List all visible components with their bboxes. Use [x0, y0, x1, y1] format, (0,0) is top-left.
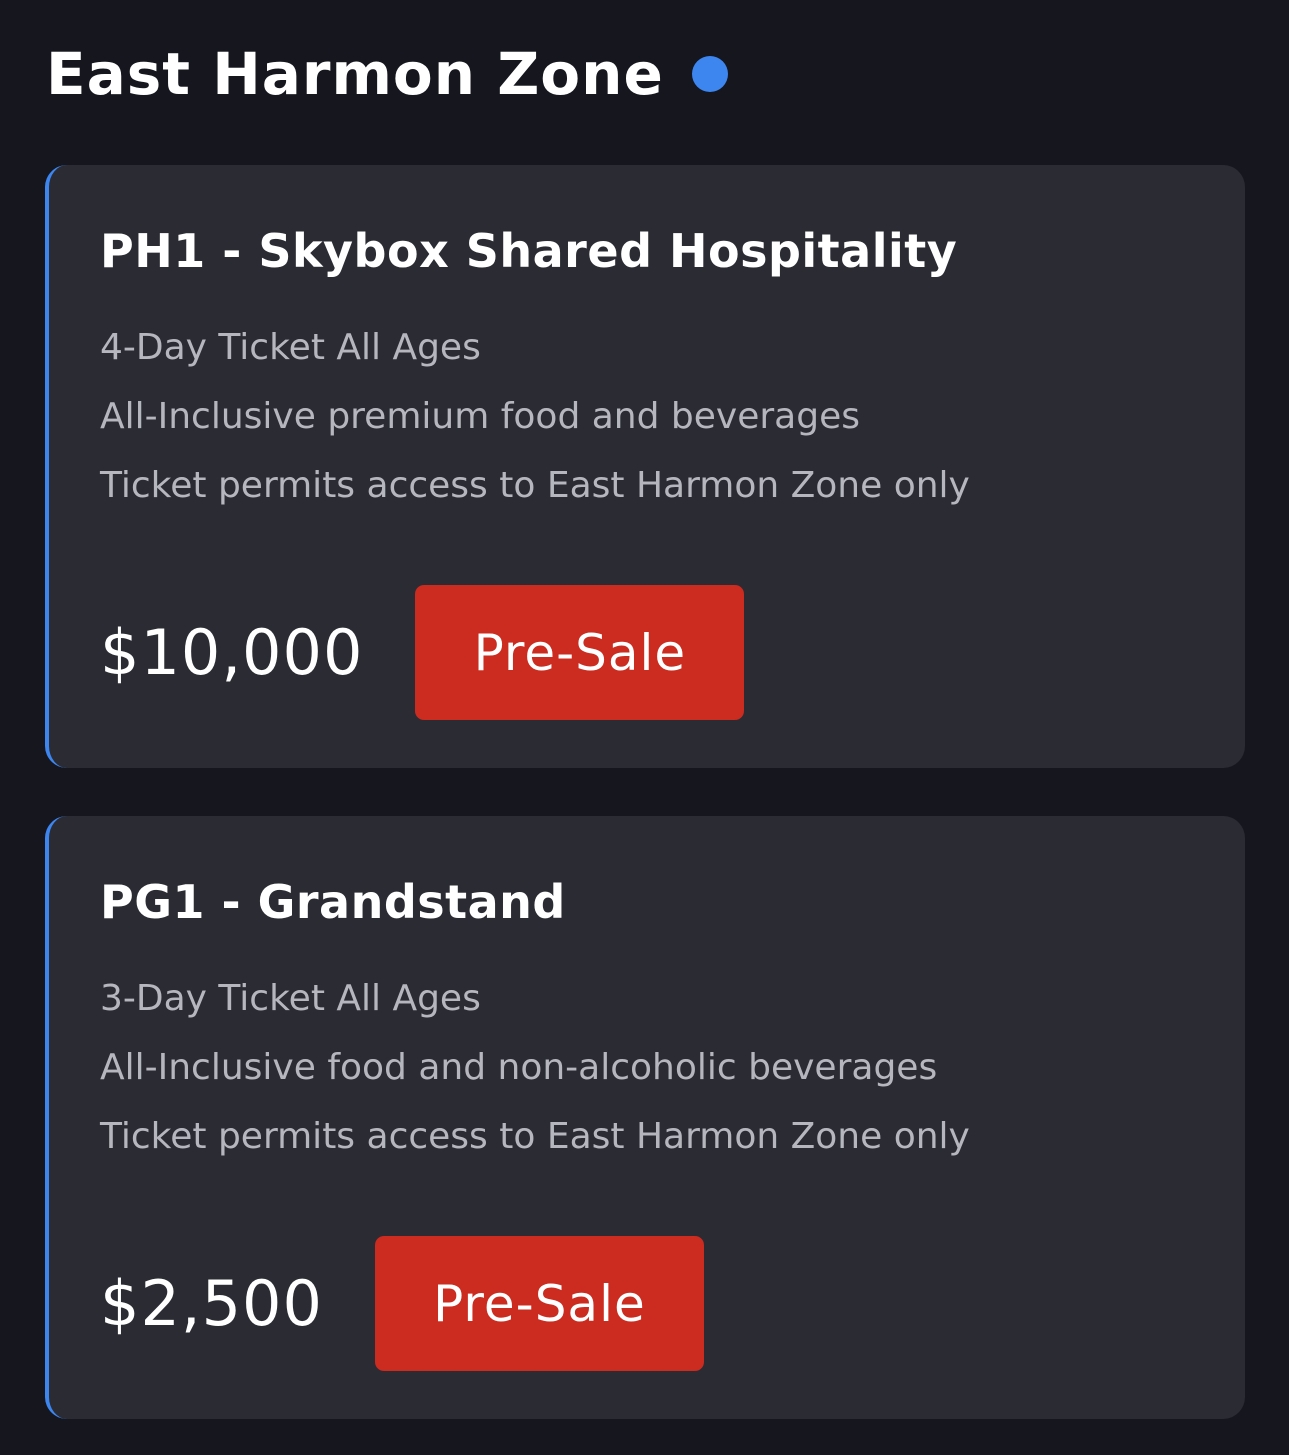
price-row: $10,000 Pre-Sale	[100, 585, 745, 720]
ticket-card: PH1 - Skybox Shared Hospitality 4-Day Ti…	[45, 165, 1245, 768]
ticket-name: PG1 - Grandstand	[100, 875, 566, 929]
presale-button[interactable]: Pre-Sale	[374, 1236, 704, 1371]
ticket-detail-item: Ticket permits access to East Harmon Zon…	[100, 1116, 970, 1157]
ticket-detail-item: Ticket permits access to East Harmon Zon…	[100, 465, 970, 506]
ticket-detail-item: All-Inclusive premium food and beverages	[100, 396, 860, 437]
ticket-price: $10,000	[100, 616, 364, 689]
presale-button[interactable]: Pre-Sale	[415, 585, 745, 720]
ticket-name: PH1 - Skybox Shared Hospitality	[100, 224, 958, 278]
zone-status-dot	[691, 56, 728, 92]
ticket-details-list: 4-Day Ticket All Ages All-Inclusive prem…	[100, 313, 970, 520]
ticket-price: $2,500	[100, 1267, 323, 1340]
price-row: $2,500 Pre-Sale	[100, 1236, 704, 1371]
ticket-detail-item: 4-Day Ticket All Ages	[100, 327, 481, 368]
ticket-detail-item: 3-Day Ticket All Ages	[100, 978, 481, 1019]
zone-header: East Harmon Zone	[46, 38, 728, 110]
ticket-card: PG1 - Grandstand 3-Day Ticket All Ages A…	[45, 816, 1245, 1419]
ticket-detail-item: All-Inclusive food and non-alcoholic bev…	[100, 1047, 938, 1088]
ticket-details-list: 3-Day Ticket All Ages All-Inclusive food…	[100, 964, 970, 1171]
zone-title: East Harmon Zone	[46, 40, 664, 108]
